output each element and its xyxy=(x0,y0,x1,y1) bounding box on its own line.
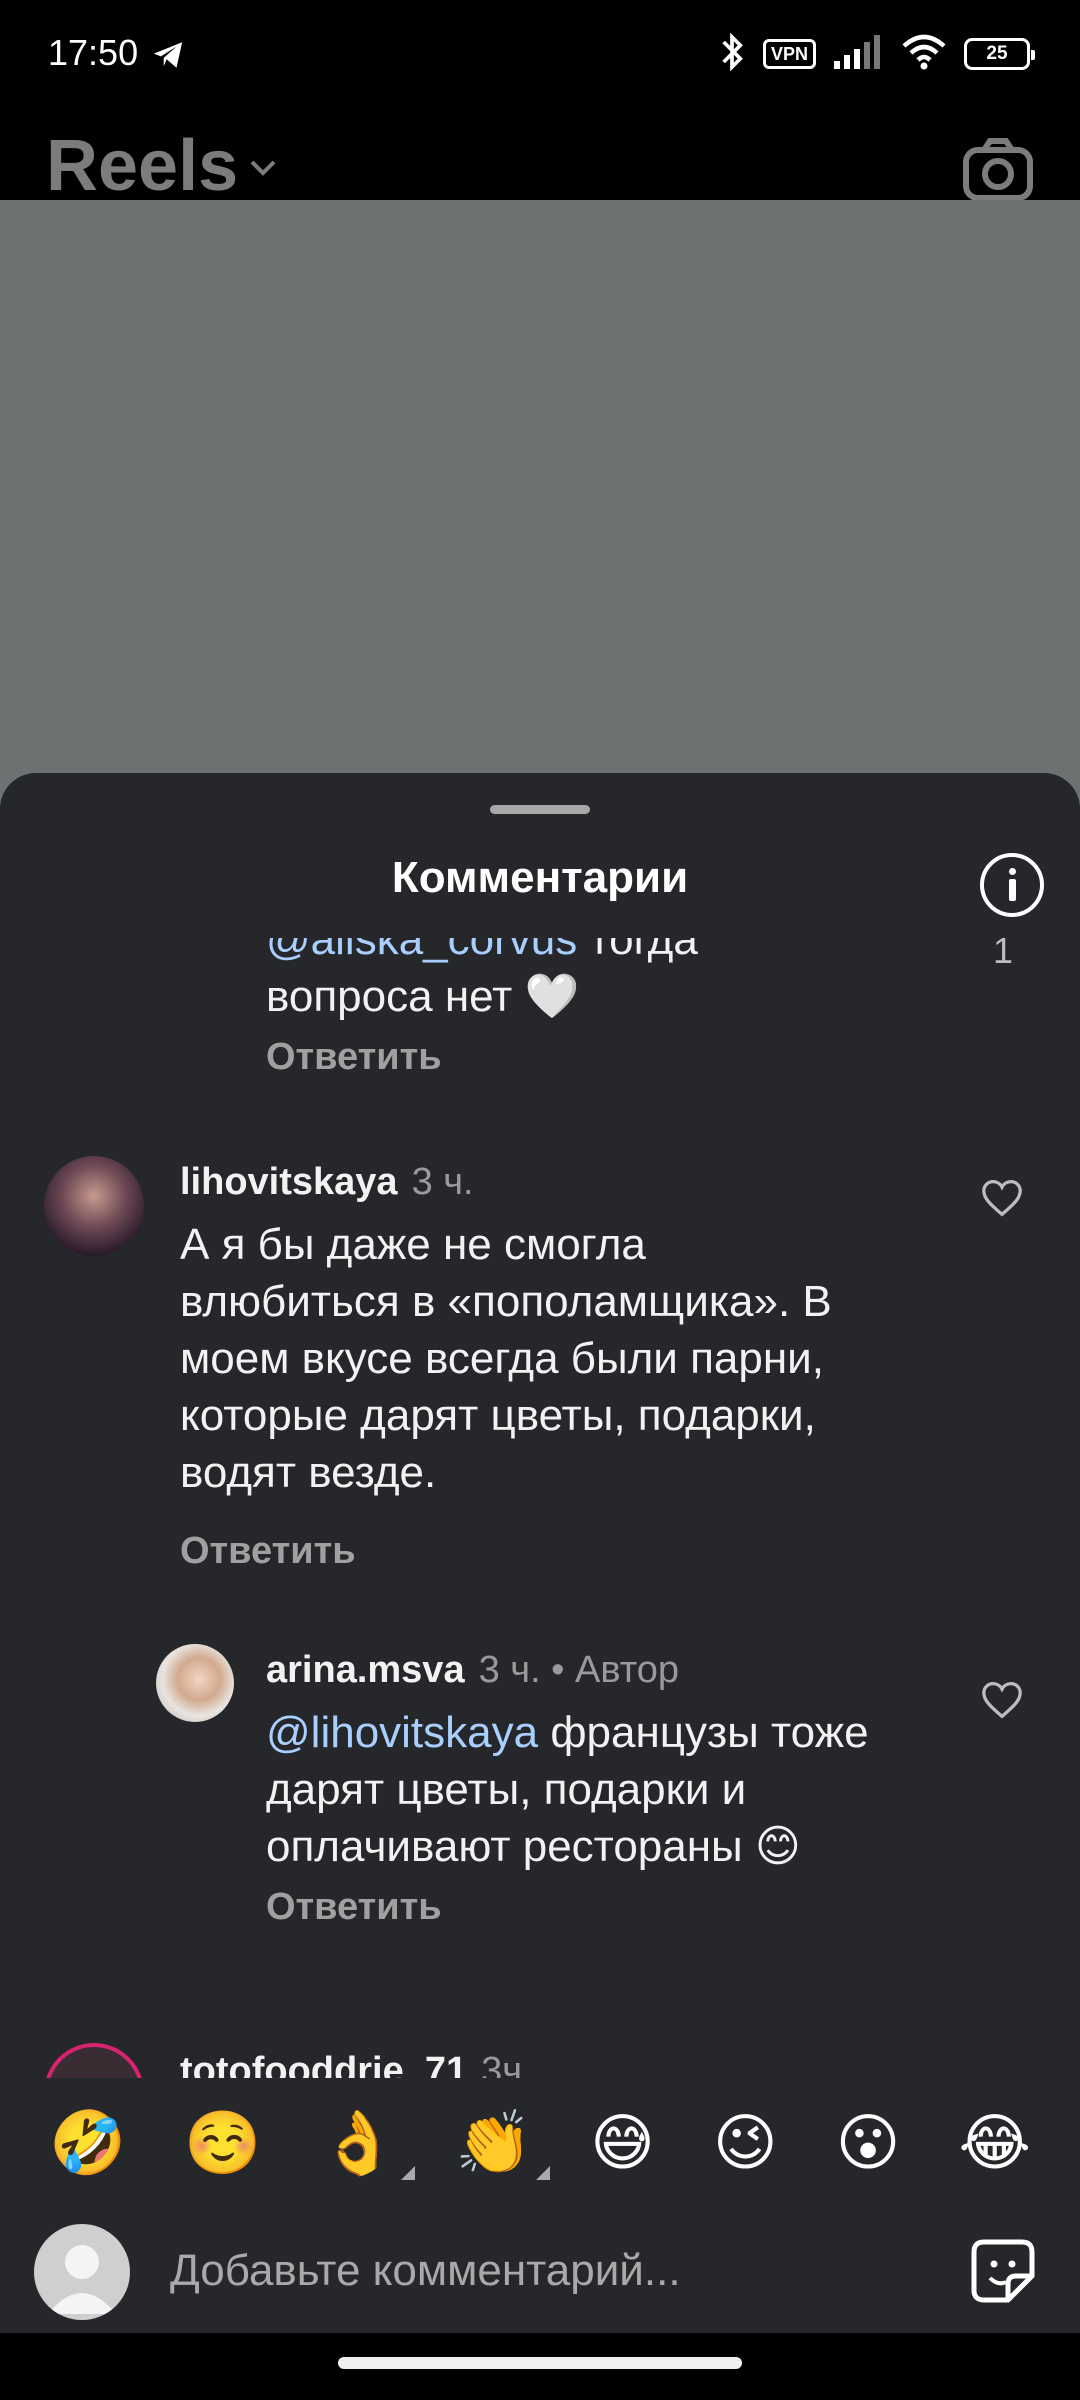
reply-button[interactable]: Ответить xyxy=(180,1530,356,1573)
comment-input-row: Добавьте комментарий... xyxy=(0,2208,1080,2333)
reply-button[interactable]: Ответить xyxy=(266,1886,442,1929)
emoji-wink-button[interactable]: 😉 xyxy=(713,2112,778,2174)
reply-button[interactable]: Ответить xyxy=(266,1036,442,1079)
emoji-smiling-button[interactable]: ☺️ xyxy=(184,2112,261,2174)
avatar[interactable] xyxy=(44,1156,144,1256)
heart-icon[interactable] xyxy=(980,1680,1024,1725)
username[interactable]: arina.msva xyxy=(266,1649,465,1691)
comment-input[interactable]: Добавьте комментарий... xyxy=(170,2246,681,2296)
comments-sheet: Комментарии @aliska_corvus тогда вопроса… xyxy=(0,773,1080,2400)
emoji-ok-hand-button[interactable]: 👌 xyxy=(320,2112,415,2180)
battery-indicator: 25 xyxy=(964,38,1035,70)
username[interactable]: totofooddrie_71 xyxy=(180,2050,467,2078)
comment-text: @lihovitskaya французы тоже дарят цветы,… xyxy=(266,1708,869,1871)
my-avatar xyxy=(34,2224,130,2320)
comment-time: 3 ч. xyxy=(411,1161,474,1203)
comment-item: lihovitskaya 3 ч. А я бы даже не смогла в… xyxy=(0,1148,1080,1618)
comment-item: totofooddrie_71 3ч xyxy=(0,2043,1080,2078)
like-count: 1 xyxy=(993,938,1014,971)
page-title[interactable]: Reels xyxy=(46,130,238,202)
comment-time: 3ч xyxy=(481,2050,523,2078)
avatar[interactable] xyxy=(156,1644,234,1722)
avatar[interactable] xyxy=(44,2043,144,2078)
mention-link[interactable]: @aliska_corvus xyxy=(266,938,577,964)
comment-text: А я бы даже не смогла влюбиться в «попол… xyxy=(180,1220,832,1497)
mention-link[interactable]: @lihovitskaya xyxy=(266,1708,538,1757)
drag-handle[interactable] xyxy=(490,805,590,814)
comment-reply-item: arina.msva 3 ч. • Автор @lihovitskaya фра… xyxy=(0,1638,1080,1968)
emoji-rofl-button[interactable]: 🤣 xyxy=(49,2112,126,2174)
skin-tone-indicator xyxy=(400,2166,415,2180)
sticker-icon[interactable] xyxy=(970,2238,1036,2309)
home-gesture-bar[interactable] xyxy=(338,2357,742,2369)
system-nav-bar xyxy=(0,2333,1080,2400)
emoji-sweat-smile-button[interactable]: 😅 xyxy=(590,2112,655,2174)
username[interactable]: lihovitskaya xyxy=(180,1161,398,1203)
comments-list[interactable]: @aliska_corvus тогда вопроса нет 🤍 Ответ… xyxy=(0,938,1080,2078)
bluetooth-icon xyxy=(719,32,745,77)
reel-video-dimmed[interactable] xyxy=(0,200,1080,840)
info-icon[interactable] xyxy=(980,853,1044,917)
status-icons: VPN 25 xyxy=(719,30,1035,78)
reels-header: Reels xyxy=(0,110,1080,202)
telegram-icon xyxy=(150,38,186,77)
camera-icon[interactable] xyxy=(962,138,1034,207)
status-time: 17:50 xyxy=(48,32,139,73)
vpn-badge: VPN xyxy=(762,39,816,69)
wifi-icon xyxy=(902,34,946,75)
emoji-clap-button[interactable]: 👏 xyxy=(455,2112,551,2180)
comment-reply-item: @aliska_corvus тогда вопроса нет 🤍 Ответ… xyxy=(0,938,1080,1098)
chevron-down-icon[interactable] xyxy=(248,158,278,183)
sheet-title: Комментарии xyxy=(391,853,689,902)
emoji-joy-button[interactable]: 😂 xyxy=(958,2112,1030,2174)
sheet-header: Комментарии xyxy=(0,773,1080,938)
emoji-quick-bar: 🤣 ☺️ 👌 👏 😅 😉 😮 😂 xyxy=(0,2078,1080,2208)
heart-icon[interactable] xyxy=(980,1178,1024,1223)
comment-time-author: 3 ч. • Автор xyxy=(478,1649,679,1691)
signal-icon xyxy=(834,34,884,74)
status-bar: 17:50 VPN 25 xyxy=(0,0,1080,110)
skin-tone-indicator xyxy=(536,2166,551,2180)
emoji-surprised-button[interactable]: 😮 xyxy=(836,2112,901,2174)
comment-text: вопроса нет 🤍 xyxy=(266,972,580,1021)
